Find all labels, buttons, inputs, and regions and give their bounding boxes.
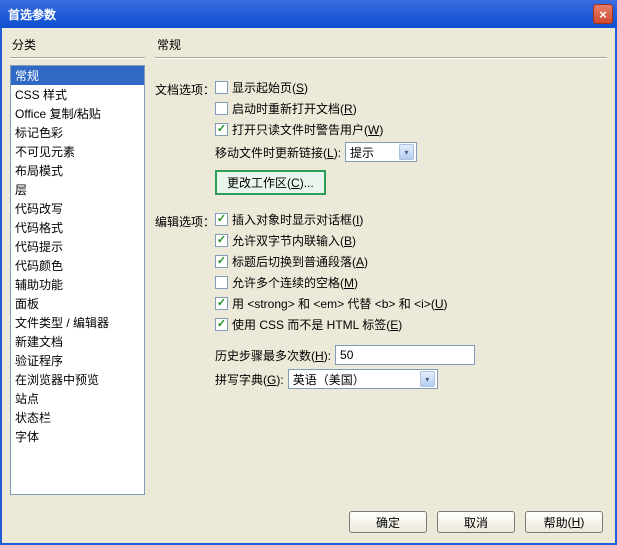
close-icon: × [599, 7, 607, 22]
list-item[interactable]: CSS 样式 [11, 85, 144, 104]
heading-para-label: 标题后切换到普通段落(A) [232, 253, 368, 270]
list-item[interactable]: 代码格式 [11, 218, 144, 237]
category-listbox[interactable]: 常规 CSS 样式 Office 复制/粘贴 标记色彩 不可见元素 布局模式 层… [10, 65, 145, 495]
cancel-button[interactable]: 取消 [437, 511, 515, 533]
list-item[interactable]: 字体 [11, 427, 144, 446]
list-item[interactable]: 标记色彩 [11, 123, 144, 142]
reopen-docs-label: 启动时重新打开文档(R) [232, 100, 357, 117]
close-button[interactable]: × [593, 4, 613, 24]
multi-space-label: 允许多个连续的空格(M) [232, 274, 358, 291]
dialog-frame: 分类 常规 CSS 样式 Office 复制/粘贴 标记色彩 不可见元素 布局模… [0, 28, 617, 545]
divider [155, 57, 607, 59]
show-startpage-label: 显示起始页(S) [232, 79, 308, 96]
insert-dialog-label: 插入对象时显示对话框(I) [232, 211, 363, 228]
strong-em-checkbox[interactable] [215, 297, 228, 310]
list-item[interactable]: 布局模式 [11, 161, 144, 180]
list-item[interactable]: 新建文档 [11, 332, 144, 351]
dbcs-inline-label: 允许双字节内联输入(B) [232, 232, 356, 249]
list-item[interactable]: 辅助功能 [11, 275, 144, 294]
list-item[interactable]: Office 复制/粘贴 [11, 104, 144, 123]
panel-title: 常规 [155, 36, 607, 53]
list-item[interactable]: 面板 [11, 294, 144, 313]
list-item[interactable]: 不可见元素 [11, 142, 144, 161]
insert-dialog-checkbox[interactable] [215, 213, 228, 226]
strong-em-label: 用 <strong> 和 <em> 代替 <b> 和 <i>(U) [232, 295, 447, 312]
multi-space-checkbox[interactable] [215, 276, 228, 289]
window-title: 首选参数 [8, 6, 56, 23]
list-item[interactable]: 文件类型 / 编辑器 [11, 313, 144, 332]
divider [10, 57, 145, 59]
heading-para-checkbox[interactable] [215, 255, 228, 268]
doc-options-label: 文档选项： [155, 79, 215, 98]
list-item[interactable]: 代码颜色 [11, 256, 144, 275]
warn-readonly-checkbox[interactable] [215, 123, 228, 136]
movefiles-label: 移动文件时更新链接(L): [215, 144, 341, 161]
dbcs-inline-checkbox[interactable] [215, 234, 228, 247]
dict-label: 拼写字典(G): [215, 371, 284, 388]
list-item[interactable]: 层 [11, 180, 144, 199]
edit-options-label: 编辑选项： [155, 211, 215, 230]
css-html-checkbox[interactable] [215, 318, 228, 331]
list-item[interactable]: 代码改写 [11, 199, 144, 218]
titlebar: 首选参数 × [0, 0, 617, 28]
change-workspace-button[interactable]: 更改工作区(C)... [215, 170, 326, 195]
chevron-down-icon: ▾ [399, 144, 414, 160]
show-startpage-checkbox[interactable] [215, 81, 228, 94]
chevron-down-icon: ▾ [420, 371, 435, 387]
reopen-docs-checkbox[interactable] [215, 102, 228, 115]
category-label: 分类 [10, 36, 145, 53]
dict-select[interactable]: 英语（美国） ▾ [288, 369, 438, 389]
help-button[interactable]: 帮助(H) [525, 511, 603, 533]
dialog-buttons: 确定 取消 帮助(H) [349, 511, 603, 533]
list-item[interactable]: 站点 [11, 389, 144, 408]
history-label: 历史步骤最多次数(H): [215, 347, 331, 364]
list-item[interactable]: 代码提示 [11, 237, 144, 256]
list-item[interactable]: 验证程序 [11, 351, 144, 370]
list-item[interactable]: 在浏览器中预览 [11, 370, 144, 389]
list-item[interactable]: 状态栏 [11, 408, 144, 427]
list-item[interactable]: 常规 [11, 66, 144, 85]
warn-readonly-label: 打开只读文件时警告用户(W) [232, 121, 383, 138]
history-steps-input[interactable]: 50 [335, 345, 475, 365]
movefiles-select[interactable]: 提示 ▾ [345, 142, 417, 162]
ok-button[interactable]: 确定 [349, 511, 427, 533]
css-html-label: 使用 CSS 而不是 HTML 标签(E) [232, 316, 402, 333]
